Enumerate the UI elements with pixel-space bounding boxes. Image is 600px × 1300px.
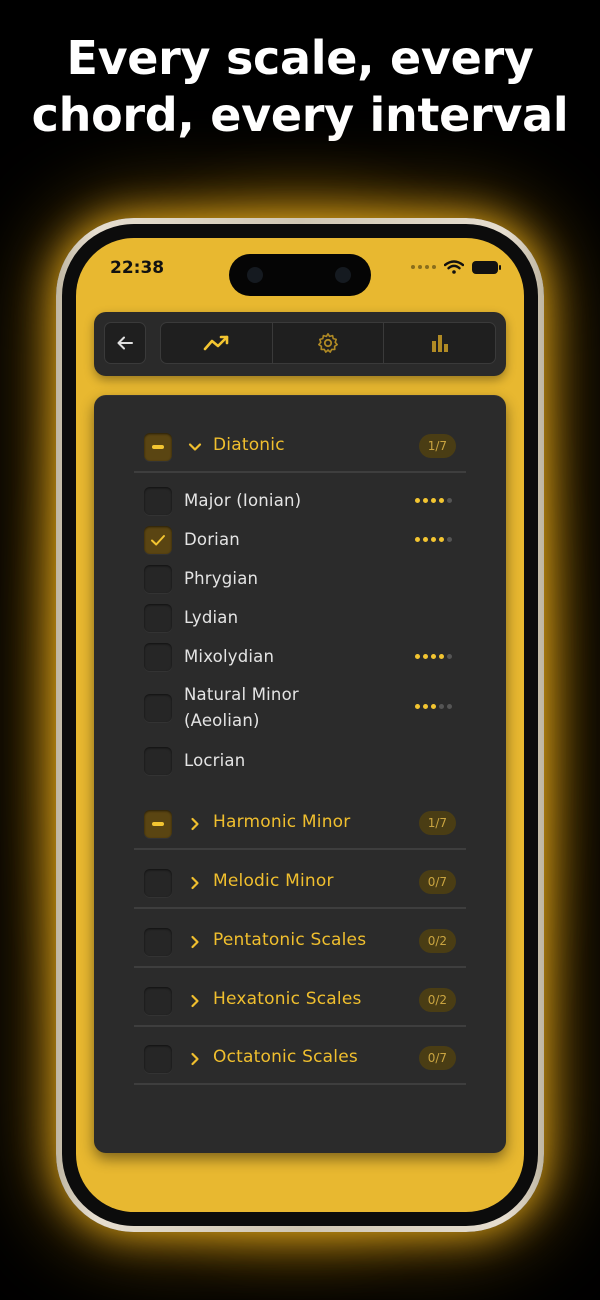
list-item[interactable]: Dorian [134,524,466,556]
group-title: Pentatonic Scales [213,930,367,950]
item-label: Phrygian [184,569,259,588]
status-indicators [411,260,501,274]
rating-dots [415,654,452,659]
chevron-right-icon [191,817,199,831]
headline-line-2: chord, every interval [31,88,569,142]
list-item[interactable]: Mixolydian [134,641,466,673]
chevron-right-icon [191,876,199,890]
checkmark-icon [151,535,165,546]
group-count-badge: 0/7 [418,1046,456,1070]
item-checkbox[interactable] [144,643,172,671]
group-checkbox[interactable] [144,810,172,838]
group-checkbox[interactable] [144,987,172,1015]
rating-dots [415,704,452,709]
item-label: Locrian [184,751,246,770]
bar-chart-icon [431,335,448,352]
item-checkbox[interactable] [144,526,172,554]
group-title: Melodic Minor [213,871,334,891]
battery-icon [472,260,501,274]
trend-line-icon [204,335,229,351]
group-header-octatonic[interactable]: Octatonic Scales 0/7 [134,1027,466,1085]
group-checkbox[interactable] [144,869,172,897]
item-label-line-1: Natural Minor [184,685,299,704]
tab-progress[interactable] [161,323,273,363]
group-title: Hexatonic Scales [213,989,362,1009]
list-item[interactable]: Lydian [134,602,466,634]
group-checkbox[interactable] [144,433,172,461]
item-checkbox[interactable] [144,487,172,515]
group-title: Diatonic [213,435,285,455]
group-header-melodic-minor[interactable]: Melodic Minor 0/7 [134,851,466,909]
group-title: Harmonic Minor [213,812,351,832]
group-header-harmonic-minor[interactable]: Harmonic Minor 1/7 [134,792,466,850]
group-count-badge: 1/7 [418,811,456,835]
wifi-icon [444,260,464,274]
chevron-right-icon [191,935,199,949]
list-item[interactable]: Phrygian [134,563,466,595]
rating-dots [415,537,452,542]
group-count-badge: 0/7 [418,870,456,894]
home-indicator [230,1196,370,1201]
headline-line-1: Every scale, every [66,31,534,85]
item-checkbox[interactable] [144,694,172,722]
tab-settings[interactable] [273,323,385,363]
dynamic-island [229,254,371,296]
status-time: 22:38 [110,258,165,278]
group-checkbox[interactable] [144,928,172,956]
gear-icon [318,333,338,353]
chevron-right-icon [191,994,199,1008]
top-toolbar [94,312,506,376]
item-label-line-2: (Aeolian) [184,711,260,730]
group-count-badge: 1/7 [418,434,456,458]
signal-icon [411,265,436,269]
chevron-down-icon [188,443,202,451]
item-label: Natural Minor (Aeolian) [184,682,299,734]
group-header-hexatonic[interactable]: Hexatonic Scales 0/2 [134,969,466,1027]
arrow-left-icon [117,336,133,350]
list-item[interactable]: Major (Ionian) [134,485,466,517]
group-header-diatonic[interactable]: Diatonic 1/7 [134,415,466,473]
item-label: Dorian [184,530,240,549]
chevron-right-icon [191,1052,199,1066]
item-checkbox[interactable] [144,565,172,593]
sensor-icon [335,267,351,283]
view-tabs [160,322,496,364]
promo-headline: Every scale, every chord, every interval [0,30,600,144]
item-checkbox[interactable] [144,747,172,775]
group-title: Octatonic Scales [213,1047,358,1067]
phone-screen: 22:38 Diatonic 1/7 Major (Ionian) Dorian… [76,238,524,1212]
item-label: Major (Ionian) [184,491,302,510]
group-count-badge: 0/2 [418,988,456,1012]
scales-panel: Diatonic 1/7 Major (Ionian) Dorian Phryg… [94,395,506,1153]
group-count-badge: 0/2 [418,929,456,953]
back-button[interactable] [104,322,146,364]
tab-stats[interactable] [384,323,495,363]
item-label: Lydian [184,608,239,627]
camera-icon [247,267,263,283]
item-label: Mixolydian [184,647,275,666]
list-item[interactable]: Natural Minor (Aeolian) [134,680,466,736]
list-item[interactable]: Locrian [134,745,466,777]
item-checkbox[interactable] [144,604,172,632]
rating-dots [415,498,452,503]
group-header-pentatonic[interactable]: Pentatonic Scales 0/2 [134,910,466,968]
group-checkbox[interactable] [144,1045,172,1073]
